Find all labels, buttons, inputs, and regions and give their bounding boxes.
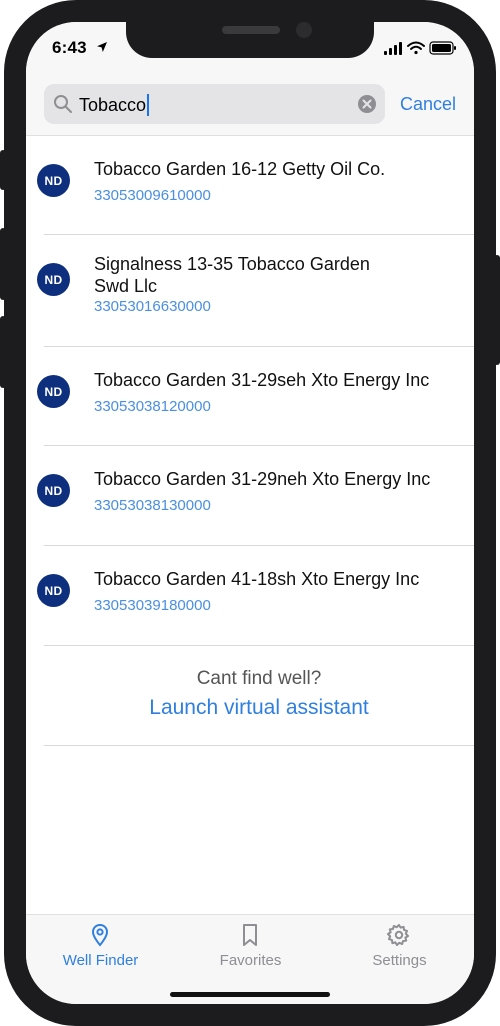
map-pin-icon <box>91 923 109 947</box>
search-input-wrapper[interactable]: Tobacco <box>79 94 150 116</box>
silent-switch <box>0 150 6 190</box>
results-list: ND Tobacco Garden 16-12 Getty Oil Co. 33… <box>26 136 474 646</box>
list-item[interactable]: ND Tobacco Garden 31-29seh Xto Energy In… <box>26 347 474 446</box>
well-api-number: 33053039180000 <box>94 597 211 614</box>
volume-down-button <box>0 316 6 388</box>
text-cursor <box>147 94 150 116</box>
gear-icon <box>387 924 409 946</box>
location-arrow-icon <box>97 42 107 52</box>
list-item[interactable]: ND Tobacco Garden 31-29neh Xto Energy In… <box>26 446 474 546</box>
search-field[interactable]: Tobacco <box>44 84 385 124</box>
well-name: Tobacco Garden 31-29neh Xto Energy Inc <box>94 469 431 489</box>
list-item[interactable]: ND Signalness 13-35 Tobacco Garden Swd L… <box>26 235 474 347</box>
tab-settings[interactable]: Settings <box>325 915 474 977</box>
well-name: Tobacco Garden 16-12 Getty Oil Co. <box>94 159 386 179</box>
tab-label: Favorites <box>219 952 282 969</box>
well-name: Tobacco Garden 31-29seh Xto Energy Inc <box>94 370 430 390</box>
tab-bar: Well Finder Favorites Settings <box>26 914 474 1004</box>
search-header: Tobacco Cancel <box>26 80 474 136</box>
search-input[interactable]: Tobacco <box>79 95 146 115</box>
well-api-number: 33053009610000 <box>94 187 211 204</box>
launch-assistant-link[interactable]: Launch virtual assistant <box>44 696 474 720</box>
cancel-button[interactable]: Cancel <box>400 94 456 115</box>
camera <box>296 22 312 38</box>
well-api-number: 33053038130000 <box>94 497 211 514</box>
cant-find-prompt: Cant find well? <box>196 668 322 689</box>
clear-search-icon[interactable] <box>357 94 377 114</box>
state-badge: ND <box>37 263 70 296</box>
state-badge: ND <box>37 375 70 408</box>
state-badge: ND <box>37 574 70 607</box>
home-indicator <box>170 992 330 997</box>
list-item[interactable]: ND Tobacco Garden 41-18sh Xto Energy Inc… <box>26 546 474 646</box>
well-api-number: 33053038120000 <box>94 398 211 415</box>
status-bar: 6:43 <box>26 22 474 80</box>
battery-icon <box>429 41 456 55</box>
volume-up-button <box>0 228 6 300</box>
wifi-icon <box>407 41 425 55</box>
tab-label: Well Finder <box>62 952 139 969</box>
search-icon <box>54 95 72 113</box>
list-item[interactable]: ND Tobacco Garden 16-12 Getty Oil Co. 33… <box>26 136 474 235</box>
tab-favorites[interactable]: Favorites <box>176 915 325 977</box>
tab-label: Settings <box>372 952 427 969</box>
state-badge: ND <box>37 164 70 197</box>
tab-well-finder[interactable]: Well Finder <box>26 915 175 977</box>
divider <box>44 645 474 646</box>
power-button <box>494 255 500 365</box>
speaker <box>222 26 280 34</box>
notch <box>126 22 374 58</box>
status-time: 6:43 <box>52 38 87 57</box>
bookmark-icon <box>243 924 257 946</box>
status-icons <box>384 41 456 55</box>
divider <box>44 745 474 746</box>
well-name: Tobacco Garden 41-18sh Xto Energy Inc <box>94 569 420 589</box>
state-badge: ND <box>37 474 70 507</box>
well-api-number: 33053016630000 <box>94 298 211 315</box>
well-name: Signalness 13-35 Tobacco Garden Swd Llc <box>94 254 370 296</box>
screen: 6:43 Tobacco Cancel ND Tobacco Garden 16… <box>26 22 474 1004</box>
signal-icon <box>384 42 402 55</box>
